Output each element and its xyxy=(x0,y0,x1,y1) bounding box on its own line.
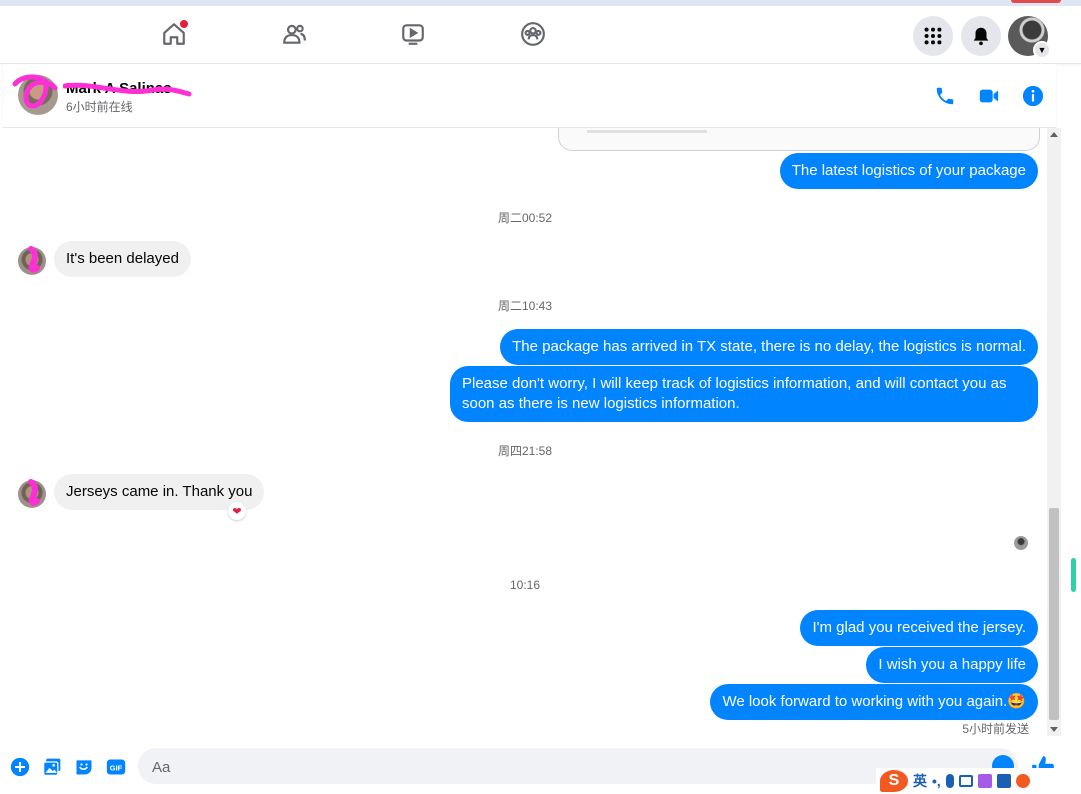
timestamp: 周二00:52 xyxy=(497,211,553,225)
preview-text-line xyxy=(587,130,707,133)
microphone-icon[interactable] xyxy=(945,774,954,788)
gif-label: GIF xyxy=(110,763,123,772)
video-icon[interactable] xyxy=(977,84,1001,108)
contact-message-avatar[interactable] xyxy=(18,247,46,275)
phone-icon[interactable] xyxy=(933,84,957,108)
message-input[interactable] xyxy=(150,748,984,786)
side-edge-tab[interactable] xyxy=(1071,558,1076,592)
account-avatar[interactable]: ▼ xyxy=(1008,16,1051,59)
toolbox-icon[interactable] xyxy=(996,774,1011,788)
sent-status: 5小时前发送 xyxy=(962,722,1029,736)
photo-icon[interactable] xyxy=(41,756,63,778)
info-icon[interactable] xyxy=(1021,84,1045,108)
message-thread[interactable]: The latest logistics of your package 周二0… xyxy=(3,128,1047,736)
message-bubble-out[interactable]: Please don't worry, I will keep track of… xyxy=(450,366,1038,422)
friends-icon[interactable] xyxy=(280,20,308,48)
message-bubble-out[interactable]: The package has arrived in TX state, the… xyxy=(500,329,1038,365)
browser-accent xyxy=(1011,0,1061,3)
watch-icon[interactable] xyxy=(399,20,427,48)
thread-scrollbar[interactable] xyxy=(1047,128,1061,736)
message-bubble-out[interactable]: I wish you a happy life xyxy=(866,647,1038,683)
ime-mode-toggle[interactable]: 英 xyxy=(913,771,927,791)
contact-status: 6小时前在线 xyxy=(66,100,133,114)
seen-avatar xyxy=(1014,536,1028,550)
scroll-thumb[interactable] xyxy=(1049,508,1059,720)
timestamp: 周四21:58 xyxy=(497,444,553,458)
conversation-header: Mark A Salinas 6小时前在线 xyxy=(3,64,1056,128)
chevron-down-icon[interactable]: ▼ xyxy=(1033,41,1051,59)
scroll-down-arrow[interactable] xyxy=(1050,727,1058,732)
gif-icon[interactable]: GIF xyxy=(105,756,127,778)
message-bubble-in[interactable]: It's been delayed xyxy=(54,241,191,277)
sogou-logo-icon[interactable]: S xyxy=(880,770,908,792)
message-bubble-out[interactable]: We look forward to working with you agai… xyxy=(710,684,1038,720)
scroll-up-arrow[interactable] xyxy=(1050,132,1058,137)
contact-name[interactable]: Mark A Salinas xyxy=(66,80,172,97)
skin-icon[interactable] xyxy=(977,774,992,788)
contact-avatar[interactable] xyxy=(18,75,58,115)
menu-grid-icon[interactable] xyxy=(913,16,953,56)
link-preview-card[interactable] xyxy=(558,128,1040,151)
message-bubble-out[interactable]: The latest logistics of your package xyxy=(779,153,1038,189)
sticker-icon[interactable] xyxy=(73,756,95,778)
ime-punct-toggle[interactable]: •, xyxy=(932,773,941,789)
timestamp: 10:16 xyxy=(509,578,541,592)
top-navigation: ▼ xyxy=(0,6,1081,64)
ime-toolbar[interactable]: S 英 •, xyxy=(876,768,1081,794)
bell-icon[interactable] xyxy=(961,16,1001,56)
plus-icon[interactable] xyxy=(9,756,31,778)
ime-extra-icon[interactable] xyxy=(1015,774,1030,788)
notification-dot xyxy=(179,19,189,29)
message-bubble-out[interactable]: I'm glad you received the jersey. xyxy=(800,610,1038,646)
contact-message-avatar[interactable] xyxy=(18,480,46,508)
timestamp: 周二10:43 xyxy=(497,299,553,313)
groups-icon[interactable] xyxy=(519,20,547,48)
home-icon[interactable] xyxy=(160,19,189,48)
heart-reaction[interactable]: ❤ xyxy=(228,502,246,520)
keyboard-icon[interactable] xyxy=(958,775,973,787)
